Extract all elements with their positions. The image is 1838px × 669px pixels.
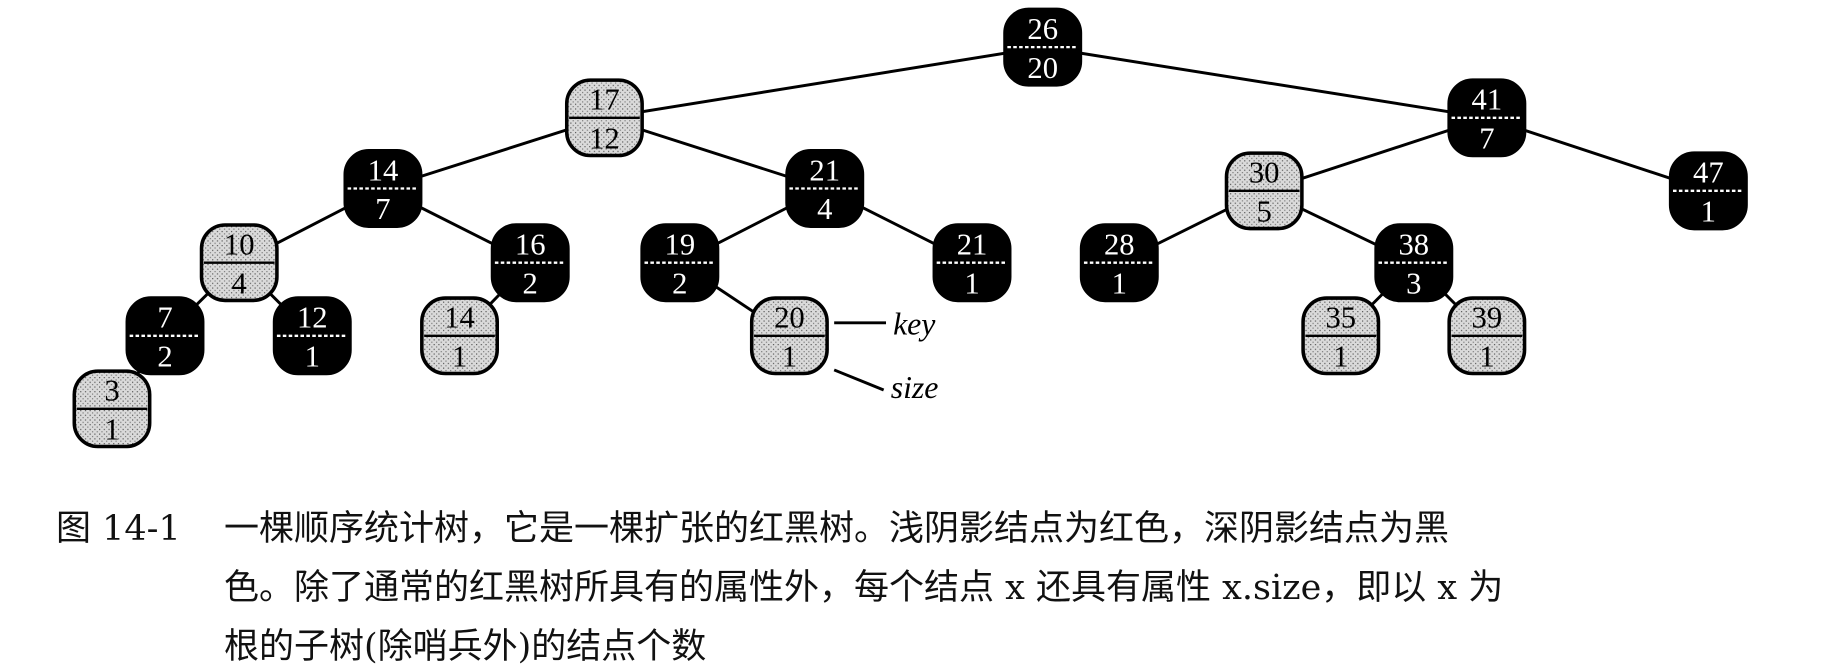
caption-line-2: 色。除了通常的红黑树所具有的属性外，每个结点 x 还具有属性 x.size，即以…: [224, 568, 1504, 608]
caption-line-3: 根的子树(除哨兵外)的结点个数: [224, 627, 707, 667]
caption-line-1: 一棵顺序统计树，它是一棵扩张的红黑树。浅阴影结点为红色，深阴影结点为黑: [224, 509, 1450, 549]
figure-number: 图 14-1: [56, 509, 181, 549]
figure-caption: 图 14-1 一棵顺序统计树，它是一棵扩张的红黑树。浅阴影结点为红色，深阴影结点…: [0, 0, 1838, 668]
